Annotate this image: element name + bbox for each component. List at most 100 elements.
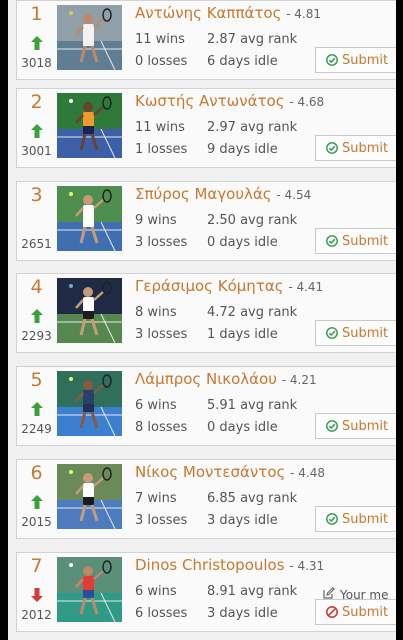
- submit-button[interactable]: Submit: [315, 599, 396, 625]
- submit-label: Submit: [342, 604, 389, 620]
- player-name[interactable]: Dinos Christopoulos - 4.31: [135, 556, 324, 574]
- player-photo[interactable]: [57, 5, 122, 70]
- stat-wins: 8 wins: [135, 305, 177, 320]
- player-name[interactable]: Νίκος Μοντεσάντος - 4.48: [135, 463, 325, 481]
- rating-points: 2651: [21, 237, 52, 251]
- player-name[interactable]: Λάμπρος Νικολάου - 4.21: [135, 370, 317, 388]
- stat-avg-rank: 8.91 avg rank: [207, 584, 298, 599]
- submit-button[interactable]: Submit: [315, 320, 396, 346]
- player-photo[interactable]: [57, 371, 122, 436]
- stat-wins: 7 wins: [135, 491, 177, 506]
- player-name-text[interactable]: Γεράσιμος Κόμητας: [135, 277, 284, 295]
- player-card: 7 2012 Dinos Christopoulos - 4.31 6 wins 8.9…: [16, 552, 396, 632]
- player-score: - 4.68: [289, 95, 325, 109]
- stat-idle: 1 days idle: [207, 327, 278, 342]
- rank-number: 7: [30, 555, 43, 577]
- player-name[interactable]: Κωστής Αντωνάτος - 4.68: [135, 92, 324, 110]
- stat-losses: 0 losses: [135, 54, 188, 69]
- trend-up-icon: [31, 309, 43, 323]
- stat-avg-rank: 5.91 avg rank: [207, 398, 298, 413]
- player-card: 2 3001 Κωστής Αντωνάτος - 4.68 11 wins 2.97 …: [16, 88, 396, 168]
- stat-wins: 11 wins: [135, 32, 185, 47]
- stat-losses: 3 losses: [135, 327, 188, 342]
- stat-idle: 3 days idle: [207, 606, 278, 621]
- player-card: 5 2249 Λάμπρος Νικολάου - 4.21 6 wins 5.91 a…: [16, 366, 396, 446]
- player-name-text[interactable]: Λάμπρος Νικολάου: [135, 370, 277, 388]
- rank-number: 1: [30, 3, 43, 25]
- rank-number: 6: [30, 462, 43, 484]
- player-card: 1 3018 Αντώνης Καππάτος - 4.81 11 wins 2.87 …: [16, 0, 396, 80]
- player-name-text[interactable]: Dinos Christopoulos: [135, 556, 285, 574]
- trend-up-icon: [31, 402, 43, 416]
- stat-losses: 6 losses: [135, 606, 188, 621]
- player-card: 6 2015 Νίκος Μοντεσάντος - 4.48 7 wins 6.85 …: [16, 459, 396, 539]
- stat-wins: 11 wins: [135, 120, 185, 135]
- stat-losses: 8 losses: [135, 420, 188, 435]
- rating-points: 2249: [21, 422, 52, 436]
- stat-avg-rank: 4.72 avg rank: [207, 305, 298, 320]
- player-name-text[interactable]: Κωστής Αντωνάτος: [135, 92, 285, 110]
- stat-wins: 6 wins: [135, 584, 177, 599]
- trend-down-icon: [31, 588, 43, 602]
- player-score: - 4.81: [286, 7, 322, 21]
- submit-label: Submit: [342, 325, 389, 341]
- rank-number: 2: [30, 91, 43, 113]
- submit-label: Submit: [342, 52, 389, 68]
- stat-idle: 0 days idle: [207, 235, 278, 250]
- rating-points: 2012: [21, 608, 52, 622]
- check-circle-icon: [326, 142, 338, 154]
- submit-label: Submit: [342, 511, 389, 527]
- ban-icon: [326, 606, 338, 618]
- player-name[interactable]: Αντώνης Καππάτος - 4.81: [135, 4, 321, 22]
- stat-idle: 9 days idle: [207, 142, 278, 157]
- stat-avg-rank: 6.85 avg rank: [207, 491, 298, 506]
- stat-losses: 3 losses: [135, 513, 188, 528]
- player-photo[interactable]: [57, 557, 122, 622]
- rating-points: 2015: [21, 515, 52, 529]
- player-score: - 4.21: [281, 373, 317, 387]
- player-photo[interactable]: [57, 278, 122, 343]
- trend-up-icon: [31, 36, 43, 50]
- submit-label: Submit: [342, 233, 389, 249]
- check-circle-icon: [326, 420, 338, 432]
- player-name[interactable]: Γεράσιμος Κόμητας - 4.41: [135, 277, 323, 295]
- stat-avg-rank: 2.50 avg rank: [207, 213, 298, 228]
- submit-button[interactable]: Submit: [315, 135, 396, 161]
- stat-losses: 1 losses: [135, 142, 188, 157]
- submit-label: Submit: [342, 418, 389, 434]
- player-score: - 4.31: [289, 559, 325, 573]
- player-name-text[interactable]: Σπύρος Μαγουλάς: [135, 185, 272, 203]
- rank-number: 3: [30, 184, 43, 206]
- rank-number: 5: [30, 369, 43, 391]
- submit-button[interactable]: Submit: [315, 47, 396, 73]
- check-circle-icon: [326, 54, 338, 66]
- rank-number: 4: [30, 276, 43, 298]
- check-circle-icon: [326, 513, 338, 525]
- stat-idle: 3 days idle: [207, 513, 278, 528]
- player-score: - 4.41: [288, 280, 324, 294]
- player-photo[interactable]: [57, 464, 122, 529]
- player-name[interactable]: Σπύρος Μαγουλάς - 4.54: [135, 185, 311, 203]
- player-card: 3 2651 Σπύρος Μαγουλάς - 4.54 9 wins 2.50 av…: [16, 181, 396, 261]
- submit-label: Submit: [342, 140, 389, 156]
- player-photo[interactable]: [57, 93, 122, 158]
- trend-none: [31, 217, 43, 231]
- player-photo[interactable]: [57, 186, 122, 251]
- player-name-text[interactable]: Νίκος Μοντεσάντος: [135, 463, 285, 481]
- submit-button[interactable]: Submit: [315, 228, 396, 254]
- check-circle-icon: [326, 327, 338, 339]
- stat-wins: 6 wins: [135, 398, 177, 413]
- submit-button[interactable]: Submit: [315, 413, 396, 439]
- stat-wins: 9 wins: [135, 213, 177, 228]
- rating-points: 3001: [21, 144, 52, 158]
- stat-avg-rank: 2.87 avg rank: [207, 32, 298, 47]
- stat-losses: 3 losses: [135, 235, 188, 250]
- player-name-text[interactable]: Αντώνης Καππάτος: [135, 4, 281, 22]
- player-card: 4 2293 Γεράσιμος Κόμητας - 4.41 8 wins 4.72 …: [16, 273, 396, 353]
- submit-button[interactable]: Submit: [315, 506, 396, 532]
- stat-avg-rank: 2.97 avg rank: [207, 120, 298, 135]
- check-circle-icon: [326, 235, 338, 247]
- player-score: - 4.48: [290, 466, 325, 480]
- ranking-list: 1 3018 Αντώνης Καππάτος - 4.81 11 wins 2.87 …: [8, 0, 396, 640]
- stat-idle: 6 days idle: [207, 54, 278, 69]
